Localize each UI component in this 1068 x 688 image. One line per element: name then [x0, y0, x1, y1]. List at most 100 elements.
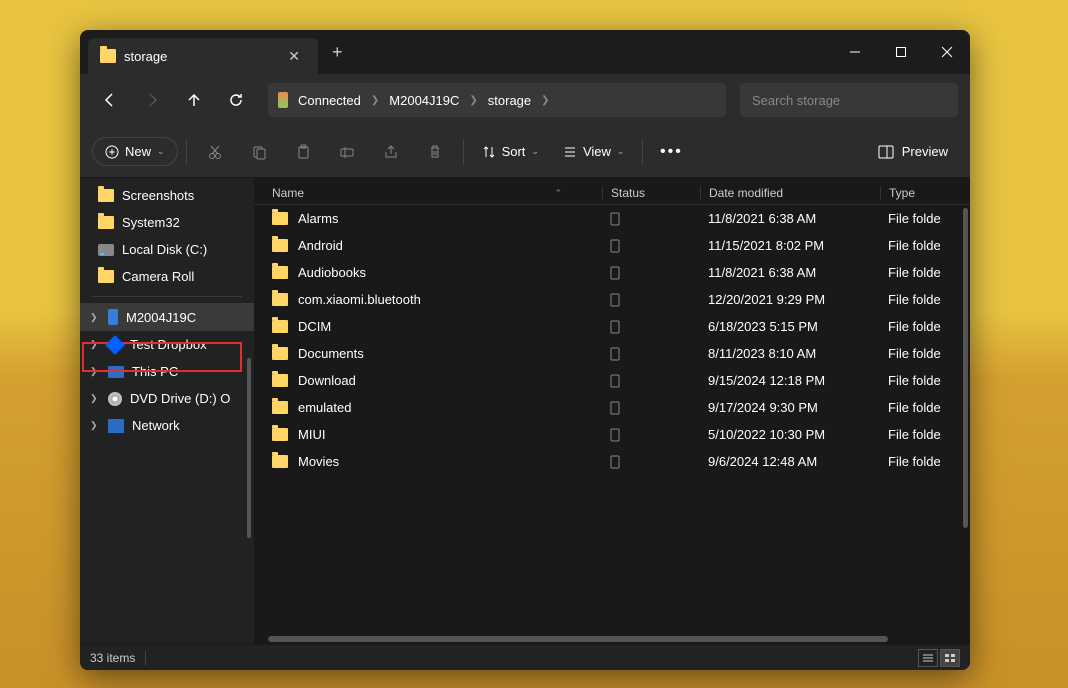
explorer-window: storage ✕ + Connected ❯ M2004J19C ❯ stor… — [80, 30, 970, 670]
folder-icon — [272, 293, 288, 306]
sidebar-item-thispc[interactable]: ❯This PC — [80, 358, 254, 385]
file-row[interactable]: com.xiaomi.bluetooth12/20/2021 9:29 PMFi… — [254, 286, 970, 313]
breadcrumb-device[interactable]: M2004J19C — [389, 93, 459, 108]
more-button[interactable]: ••• — [651, 134, 691, 170]
file-type: File folde — [880, 346, 958, 361]
file-name: com.xiaomi.bluetooth — [298, 292, 421, 307]
folder-icon — [272, 428, 288, 441]
delete-button[interactable] — [415, 134, 455, 170]
back-button[interactable] — [92, 82, 128, 118]
file-type: File folde — [880, 292, 958, 307]
sidebar-item-dropbox[interactable]: ❯Test Dropbox — [80, 331, 254, 358]
sidebar-item-system32[interactable]: System32 — [80, 209, 254, 236]
item-count: 33 items — [90, 651, 135, 665]
file-row[interactable]: Documents8/11/2023 8:10 AMFile folde — [254, 340, 970, 367]
file-name: Documents — [298, 346, 364, 361]
cut-button[interactable] — [195, 134, 235, 170]
preview-button[interactable]: Preview — [868, 138, 958, 165]
tab-storage[interactable]: storage ✕ — [88, 38, 318, 74]
vertical-scrollbar[interactable] — [963, 208, 968, 528]
breadcrumb-storage[interactable]: storage — [488, 93, 531, 108]
sidebar-item-screenshots[interactable]: Screenshots — [80, 182, 254, 209]
details-view-button[interactable] — [918, 649, 938, 667]
sort-arrow-icon: ⌃ — [554, 188, 562, 199]
up-button[interactable] — [176, 82, 212, 118]
minimize-button[interactable] — [832, 30, 878, 74]
chevron-right-icon: ❯ — [371, 95, 379, 106]
refresh-button[interactable] — [218, 82, 254, 118]
sidebar-item-localdisk[interactable]: Local Disk (C:) — [80, 236, 254, 263]
sidebar-item-device[interactable]: ❯ M2004J19C — [80, 303, 254, 331]
column-headers: Name⌃ Status Date modified Type — [254, 178, 970, 205]
address-bar[interactable]: Connected ❯ M2004J19C ❯ storage ❯ — [268, 83, 726, 117]
close-button[interactable] — [924, 30, 970, 74]
file-row[interactable]: DCIM6/18/2023 5:15 PMFile folde — [254, 313, 970, 340]
maximize-button[interactable] — [878, 30, 924, 74]
thumbnails-view-button[interactable] — [940, 649, 960, 667]
preview-icon — [878, 145, 894, 159]
folder-icon — [272, 320, 288, 333]
column-type[interactable]: Type — [880, 186, 958, 200]
new-button[interactable]: New ⌄ — [92, 137, 178, 166]
paste-button[interactable] — [283, 134, 323, 170]
sort-button[interactable]: Sort ⌄ — [472, 138, 549, 165]
file-name: Android — [298, 238, 343, 253]
device-icon — [278, 92, 288, 108]
sidebar-item-network[interactable]: ❯Network — [80, 412, 254, 439]
column-date[interactable]: Date modified — [700, 186, 880, 200]
file-status — [602, 428, 700, 442]
file-row[interactable]: Audiobooks11/8/2021 6:38 AMFile folde — [254, 259, 970, 286]
file-row[interactable]: Movies9/6/2024 12:48 AMFile folde — [254, 448, 970, 475]
column-status[interactable]: Status — [602, 186, 700, 200]
view-button[interactable]: View ⌄ — [553, 138, 635, 165]
rename-button[interactable] — [327, 134, 367, 170]
search-input[interactable]: Search storage — [740, 83, 958, 117]
copy-button[interactable] — [239, 134, 279, 170]
sidebar-item-cameraroll[interactable]: Camera Roll — [80, 263, 254, 290]
file-type: File folde — [880, 319, 958, 334]
file-list: Alarms11/8/2021 6:38 AMFile foldeAndroid… — [254, 205, 970, 634]
file-row[interactable]: MIUI5/10/2022 10:30 PMFile folde — [254, 421, 970, 448]
horizontal-scrollbar-track[interactable] — [254, 634, 970, 644]
file-status — [602, 266, 700, 280]
file-date: 9/17/2024 9:30 PM — [700, 400, 880, 415]
file-status — [602, 212, 700, 226]
nav-bar: Connected ❯ M2004J19C ❯ storage ❯ Search… — [80, 74, 970, 126]
chevron-right-icon: ❯ — [541, 95, 549, 106]
chevron-right-icon: ❯ — [90, 366, 100, 377]
chevron-right-icon: ❯ — [469, 95, 477, 106]
breadcrumb-connected[interactable]: Connected — [298, 93, 361, 108]
pc-icon — [108, 366, 124, 378]
file-status — [602, 401, 700, 415]
folder-icon — [98, 216, 114, 229]
tab-close-icon[interactable]: ✕ — [282, 46, 306, 67]
sidebar-item-dvd[interactable]: ❯DVD Drive (D:) O — [80, 385, 254, 412]
toolbar: New ⌄ Sort ⌄ View ⌄ ••• Preview — [80, 126, 970, 178]
forward-button[interactable] — [134, 82, 170, 118]
file-status — [602, 293, 700, 307]
file-type: File folde — [880, 373, 958, 388]
file-row[interactable]: Alarms11/8/2021 6:38 AMFile folde — [254, 205, 970, 232]
list-icon — [563, 145, 577, 159]
horizontal-scrollbar-thumb[interactable] — [268, 636, 888, 642]
dvd-icon — [108, 392, 122, 406]
file-name: emulated — [298, 400, 351, 415]
file-row[interactable]: Download9/15/2024 12:18 PMFile folde — [254, 367, 970, 394]
file-status — [602, 239, 700, 253]
tab-title: storage — [124, 49, 274, 64]
file-name: Download — [298, 373, 356, 388]
file-row[interactable]: Android11/15/2021 8:02 PMFile folde — [254, 232, 970, 259]
folder-icon — [98, 270, 114, 283]
sidebar-scrollbar[interactable] — [247, 358, 251, 538]
folder-icon — [272, 374, 288, 387]
column-name[interactable]: Name⌃ — [272, 186, 602, 200]
dropbox-icon — [105, 335, 125, 355]
folder-icon — [272, 212, 288, 225]
share-button[interactable] — [371, 134, 411, 170]
new-tab-button[interactable]: + — [318, 42, 357, 63]
chevron-right-icon: ❯ — [90, 312, 100, 323]
file-row[interactable]: emulated9/17/2024 9:30 PMFile folde — [254, 394, 970, 421]
separator — [186, 140, 187, 164]
file-status — [602, 455, 700, 469]
file-date: 11/8/2021 6:38 AM — [700, 211, 880, 226]
